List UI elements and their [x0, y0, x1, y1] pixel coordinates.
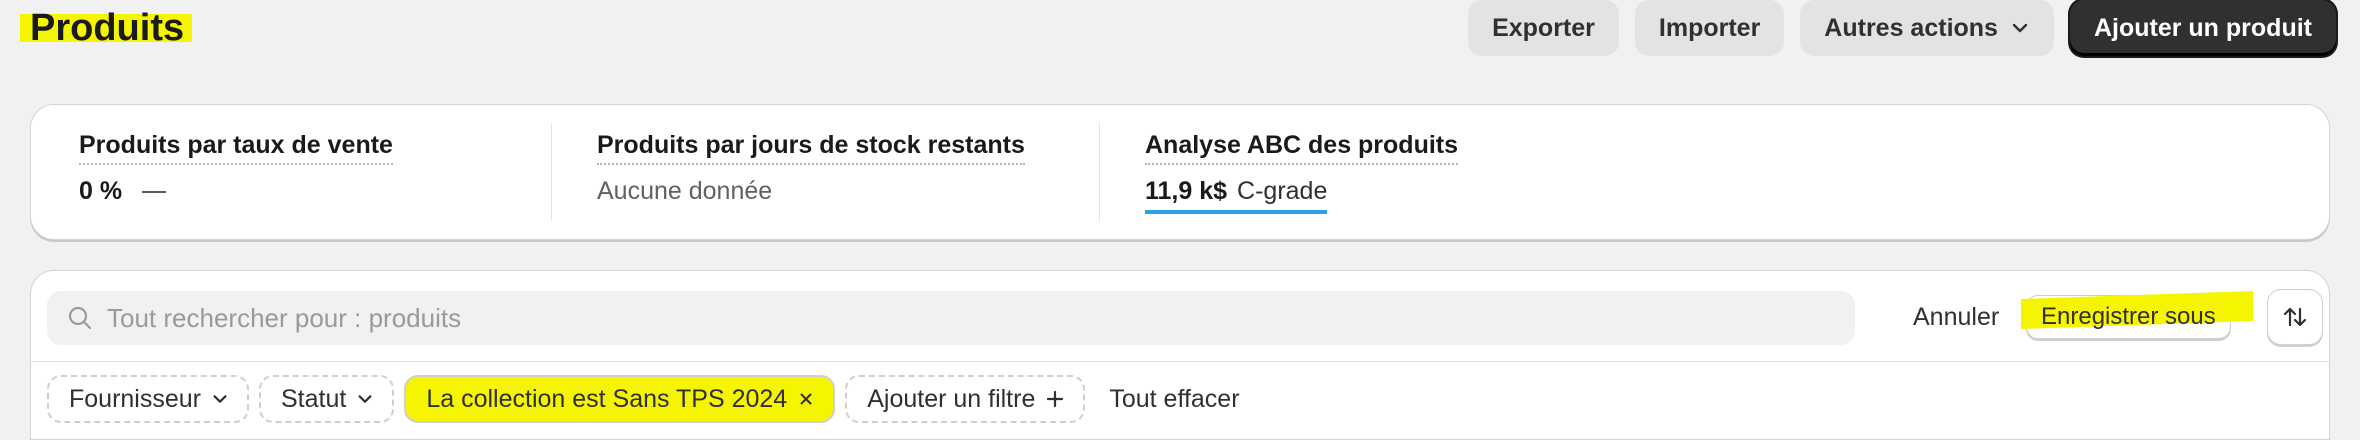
search-row: Annuler Enregistrer sous: [31, 271, 2329, 362]
filter-supplier-label: Fournisseur: [69, 384, 201, 413]
metric-sell-through[interactable]: Produits par taux de vente 0 %: [31, 105, 551, 239]
analytics-card: Produits par taux de vente 0 % Produits …: [30, 104, 2330, 240]
chevron-down-icon: [356, 390, 374, 408]
close-icon[interactable]: [797, 390, 815, 408]
search-icon: [67, 305, 93, 331]
filter-card: Annuler Enregistrer sous Fournisseur Sta…: [30, 270, 2330, 440]
active-filter-label: La collection est Sans TPS 2024: [426, 384, 788, 414]
cancel-button[interactable]: Annuler: [1913, 297, 1999, 337]
metric-sell-through-label: Produits par taux de vente: [79, 131, 393, 165]
metric-abc-value: 11,9 k$: [1145, 177, 1228, 205]
search-input[interactable]: [105, 301, 1809, 335]
metric-sell-through-value: 0 %: [79, 177, 123, 205]
sort-arrows-icon: [2281, 303, 2309, 331]
chevron-down-icon: [2010, 18, 2030, 38]
page-title: Produits: [30, 7, 185, 49]
abc-value-group: 11,9 k$ C-grade: [1145, 177, 1328, 214]
metric-abc-analysis[interactable]: Analyse ABC des produits 11,9 k$ C-grade: [1099, 105, 2329, 239]
add-product-label: Ajouter un produit: [2093, 13, 2312, 42]
metric-abc-grade: C-grade: [1237, 177, 1328, 205]
metric-days-of-stock[interactable]: Produits par jours de stock restants Auc…: [551, 105, 1099, 239]
metric-days-of-stock-label: Produits par jours de stock restants: [597, 131, 1025, 165]
search-field[interactable]: [47, 291, 1855, 345]
save-as-label: Enregistrer sous: [2041, 303, 2216, 330]
metric-abc-label: Analyse ABC des produits: [1145, 131, 1459, 165]
export-button[interactable]: Exporter: [1468, 0, 1619, 56]
more-actions-label: Autres actions: [1824, 13, 1998, 42]
export-button-label: Exporter: [1492, 13, 1595, 42]
import-button[interactable]: Importer: [1634, 0, 1785, 56]
plus-icon: [1045, 389, 1065, 409]
clear-all-button[interactable]: Tout effacer: [1109, 385, 1239, 414]
chevron-down-icon: [211, 390, 229, 408]
add-product-button[interactable]: Ajouter un produit: [2069, 0, 2336, 56]
filter-status-label: Statut: [281, 384, 347, 413]
metric-days-of-stock-value: Aucune donnée: [597, 177, 773, 205]
add-filter-label: Ajouter un filtre: [867, 384, 1036, 413]
header-actions: Exporter Importer Autres actions Ajouter…: [1468, 0, 2336, 56]
more-actions-button[interactable]: Autres actions: [1800, 0, 2054, 56]
import-button-label: Importer: [1658, 13, 1761, 42]
sort-button[interactable]: [2267, 289, 2323, 345]
trend-dash-icon: [142, 190, 167, 193]
